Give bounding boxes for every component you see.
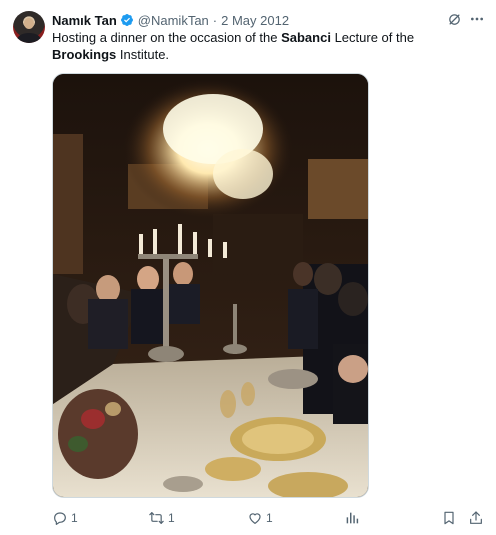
retweet-icon [149, 512, 164, 524]
retweet-button[interactable]: 1 [148, 508, 175, 528]
retweet-count: 1 [168, 511, 175, 525]
separator-dot: · [212, 12, 218, 28]
tweet-text: Hosting a dinner on the occasion of the … [52, 30, 415, 62]
tweet-photo[interactable] [52, 73, 369, 498]
reply-icon [54, 512, 66, 525]
verified-badge-icon [120, 13, 134, 27]
bookmark-button[interactable] [441, 508, 457, 528]
views-icon [346, 512, 359, 524]
hashtag-brookings[interactable]: Brookings [52, 47, 116, 62]
views-button[interactable] [344, 508, 360, 528]
bookmark-icon [444, 511, 454, 525]
author-name[interactable]: Namık Tan [52, 13, 117, 28]
avatar[interactable] [13, 11, 45, 43]
like-button[interactable]: 1 [247, 508, 273, 528]
like-count: 1 [266, 511, 273, 525]
tweet-card[interactable]: Namık Tan @NamikTan · 2 May 2012 Hosting… [0, 0, 496, 535]
reply-count: 1 [71, 511, 78, 525]
share-button[interactable] [468, 508, 484, 528]
action-bar: 1 1 1 [0, 508, 496, 528]
author-handle[interactable]: @NamikTan [138, 13, 209, 28]
reply-button[interactable]: 1 [52, 508, 78, 528]
tweet-date[interactable]: 2 May 2012 [221, 13, 289, 28]
grok-icon[interactable] [446, 11, 462, 27]
like-icon [249, 513, 261, 524]
hashtag-sabanci[interactable]: Sabanci [281, 30, 331, 45]
share-icon [470, 511, 482, 524]
more-icon[interactable] [468, 10, 486, 28]
tweet-header: Namık Tan @NamikTan · 2 May 2012 [52, 11, 289, 29]
